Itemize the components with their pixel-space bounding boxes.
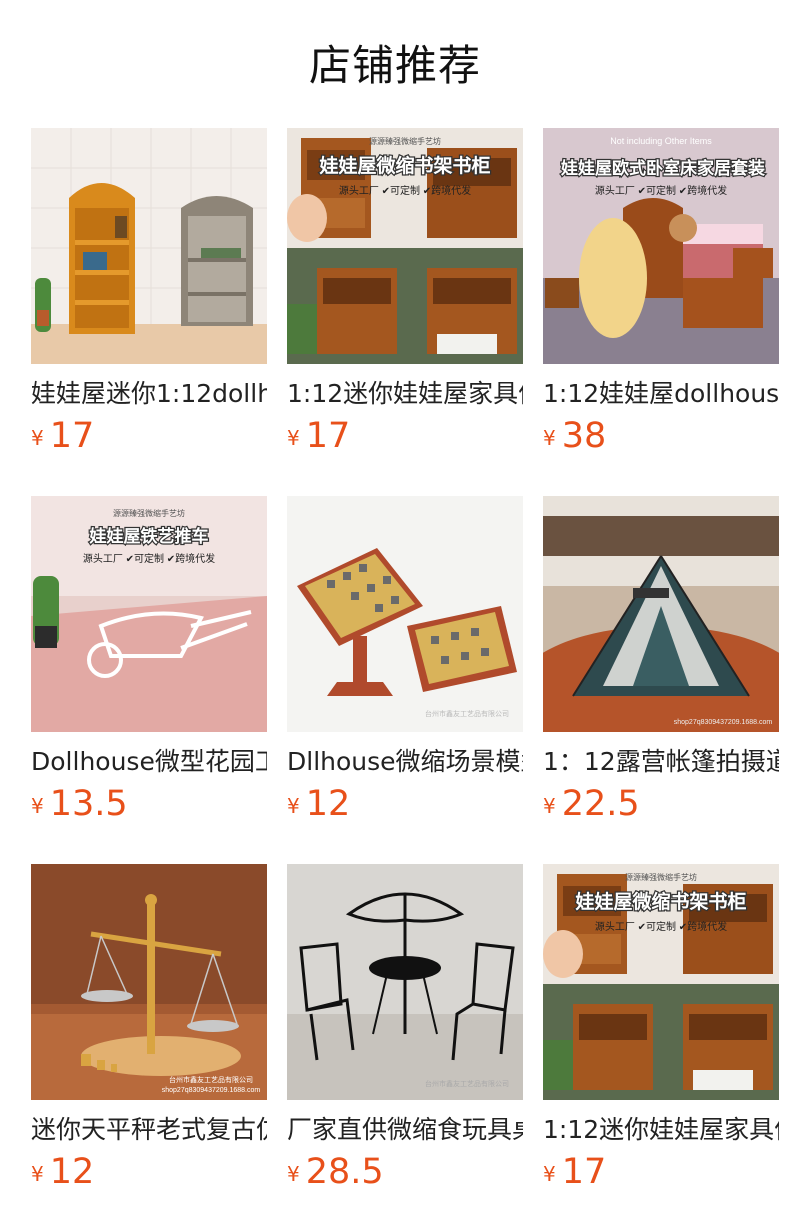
banner-tags: 源头工厂 ✔可定制 ✔跨境代发 (339, 184, 471, 197)
product-name[interactable]: 1：12露营帐篷拍摄道具 (543, 744, 779, 780)
product-name[interactable]: 厂家直供微缩食玩具桌椅 (287, 1112, 523, 1148)
svg-text:shop27q8309437209.1688.com: shop27q8309437209.1688.com (162, 1087, 261, 1094)
product-card[interactable]: Not including Other Items 娃娃屋欧式卧室床家居套装 源… (543, 128, 779, 468)
product-card[interactable]: 源源臻强微缩手艺坊 娃娃屋微缩书架书柜 源头工厂 ✔可定制 ✔跨境代发 1:12… (287, 128, 523, 468)
svg-text:台州市鑫友工艺品有限公司: 台州市鑫友工艺品有限公司 (169, 1075, 253, 1084)
product-price: ¥12 (287, 784, 350, 824)
banner-tags: 源头工厂 ✔可定制 ✔跨境代发 (595, 184, 727, 197)
product-name[interactable]: 迷你天平秤老式复古仿真 (31, 1112, 267, 1148)
banner-tags: 源头工厂 ✔可定制 ✔跨境代发 (595, 920, 727, 933)
price-value: 17 (305, 416, 351, 456)
product-price: ¥17 (287, 416, 350, 456)
product-card[interactable]: 娃娃屋迷你1:12dollhouse ¥17 (31, 128, 267, 468)
cabinet-image[interactable]: 源源臻强微缩手艺坊 娃娃屋微缩书架书柜 源头工厂 ✔可定制 ✔跨境代发 (287, 128, 523, 364)
patio-set-image[interactable]: 台州市鑫友工艺品有限公司 (287, 864, 523, 1100)
svg-text:源源臻强微缩手艺坊: 源源臻强微缩手艺坊 (369, 136, 441, 146)
currency-symbol: ¥ (31, 1162, 44, 1186)
svg-text:台州市鑫友工艺品有限公司: 台州市鑫友工艺品有限公司 (425, 1079, 509, 1088)
currency-symbol: ¥ (543, 426, 556, 450)
price-value: 17 (49, 416, 95, 456)
price-value: 22.5 (561, 784, 640, 824)
product-price: ¥28.5 (287, 1152, 384, 1192)
product-price: ¥12 (31, 1152, 94, 1192)
cabinet-image[interactable]: 源源臻强微缩手艺坊 娃娃屋微缩书架书柜 源头工厂 ✔可定制 ✔跨境代发 (543, 864, 779, 1100)
banner-text: 娃娃屋微缩书架书柜 (574, 890, 746, 913)
product-card[interactable]: 源源臻强微缩手艺坊 娃娃屋铁艺推车 源头工厂 ✔可定制 ✔跨境代发 Dollho… (31, 496, 267, 836)
product-name[interactable]: 娃娃屋迷你1:12dollhouse (31, 376, 267, 412)
product-name[interactable]: 1:12娃娃屋dollhouse欧式 (543, 376, 779, 412)
balance-scale-image[interactable]: 台州市鑫友工艺品有限公司 shop27q8309437209.1688.com (31, 864, 267, 1100)
product-name[interactable]: 1:12迷你娃娃屋家具仿真 (543, 1112, 779, 1148)
svg-text:源源臻强微缩手艺坊: 源源臻强微缩手艺坊 (625, 872, 697, 882)
product-card[interactable]: 台州市鑫友工艺品有限公司 shop27q8309437209.1688.com … (31, 864, 267, 1204)
banner-text: 娃娃屋欧式卧室床家居套装 (560, 158, 765, 179)
svg-text:Not including Other Items: Not including Other Items (610, 136, 712, 146)
product-price: ¥17 (31, 416, 94, 456)
wheelbarrow-image[interactable]: 源源臻强微缩手艺坊 娃娃屋铁艺推车 源头工厂 ✔可定制 ✔跨境代发 (31, 496, 267, 732)
banner-text: 娃娃屋微缩书架书柜 (318, 154, 490, 177)
product-name[interactable]: Dollhouse微型花园工具 (31, 744, 267, 780)
product-price: ¥22.5 (543, 784, 640, 824)
currency-symbol: ¥ (287, 794, 300, 818)
price-value: 28.5 (305, 1152, 384, 1192)
product-name[interactable]: Dllhouse微缩场景模型 (287, 744, 523, 780)
currency-symbol: ¥ (543, 1162, 556, 1186)
product-price: ¥13.5 (31, 784, 128, 824)
product-price: ¥38 (543, 416, 606, 456)
svg-text:源源臻强微缩手艺坊: 源源臻强微缩手艺坊 (113, 508, 185, 518)
svg-text:台州市鑫友工艺品有限公司: 台州市鑫友工艺品有限公司 (425, 709, 509, 718)
chess-table-image[interactable]: 台州市鑫友工艺品有限公司 (287, 496, 523, 732)
price-value: 12 (305, 784, 351, 824)
price-value: 38 (561, 416, 607, 456)
product-card[interactable]: 源源臻强微缩手艺坊 娃娃屋微缩书架书柜 源头工厂 ✔可定制 ✔跨境代发 1:12… (543, 864, 779, 1204)
product-card[interactable]: 台州市鑫友工艺品有限公司 Dllhouse微缩场景模型 ¥12 (287, 496, 523, 836)
section-title: 店铺推荐 (308, 41, 481, 90)
price-value: 17 (561, 1152, 607, 1192)
price-value: 12 (49, 1152, 95, 1192)
product-name[interactable]: 1:12迷你娃娃屋家具仿真 (287, 376, 523, 412)
product-price: ¥17 (543, 1152, 606, 1192)
tent-image[interactable]: shop27q8309437209.1688.com (543, 496, 779, 732)
currency-symbol: ¥ (287, 426, 300, 450)
price-value: 13.5 (49, 784, 128, 824)
currency-symbol: ¥ (31, 794, 44, 818)
currency-symbol: ¥ (287, 1162, 300, 1186)
bed-set-image[interactable]: Not including Other Items 娃娃屋欧式卧室床家居套装 源… (543, 128, 779, 364)
banner-tags: 源头工厂 ✔可定制 ✔跨境代发 (83, 552, 215, 565)
currency-symbol: ¥ (543, 794, 556, 818)
product-card[interactable]: 台州市鑫友工艺品有限公司 厂家直供微缩食玩具桌椅 ¥28.5 (287, 864, 523, 1204)
bookshelf-image[interactable] (31, 128, 267, 364)
currency-symbol: ¥ (31, 426, 44, 450)
product-card[interactable]: shop27q8309437209.1688.com 1：12露营帐篷拍摄道具 … (543, 496, 779, 836)
svg-text:shop27q8309437209.1688.com: shop27q8309437209.1688.com (674, 719, 773, 726)
banner-text: 娃娃屋铁艺推车 (89, 526, 209, 547)
